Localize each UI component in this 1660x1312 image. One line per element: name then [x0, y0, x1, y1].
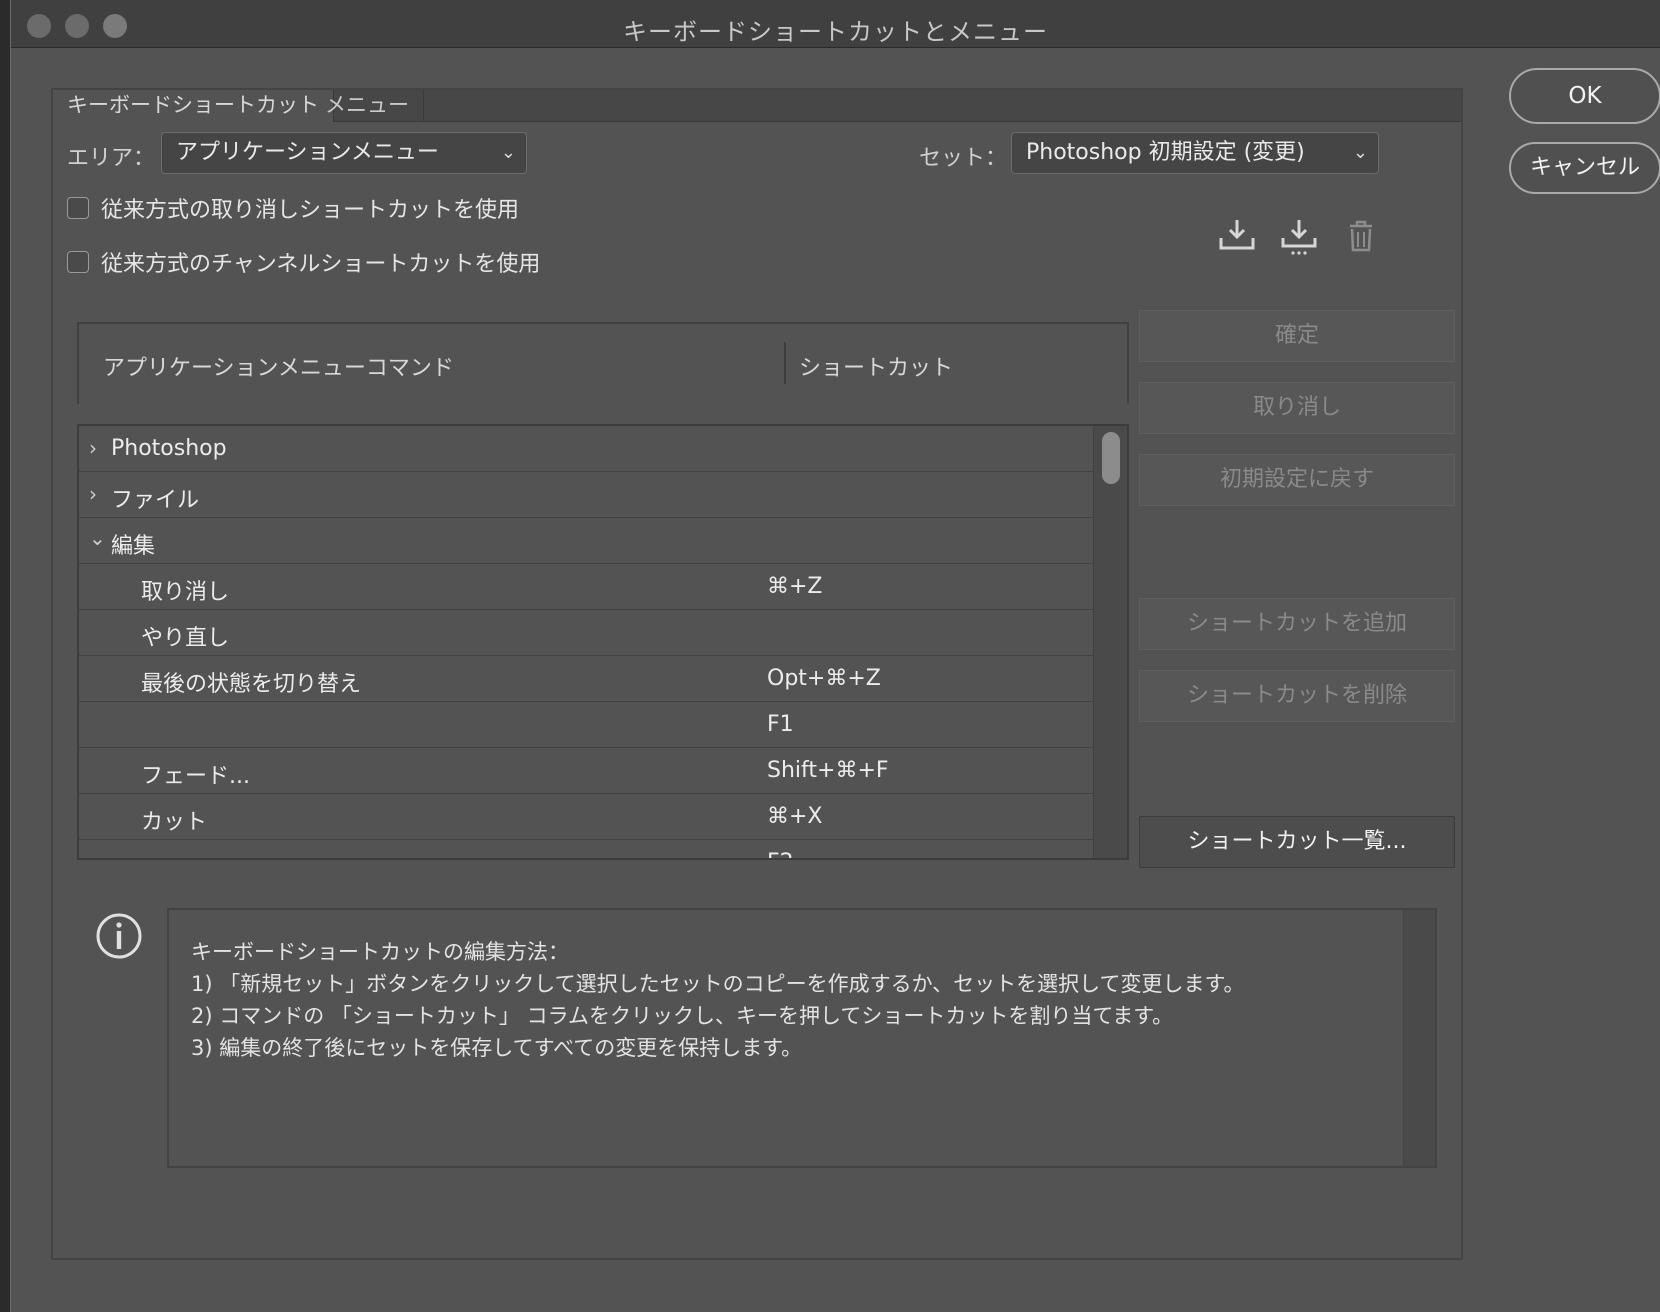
legacy-channel-checkbox[interactable]	[67, 251, 89, 273]
command-cell: ファイル	[111, 488, 200, 513]
shortcut-cell[interactable]: Opt+⌘+Z	[767, 666, 881, 691]
add-shortcut-button[interactable]: ショートカットを追加	[1139, 598, 1455, 650]
shortcut-cell[interactable]: F2	[767, 850, 794, 858]
command-cell: やり直し	[141, 626, 230, 651]
table-row[interactable]: › Photoshop	[79, 426, 1095, 472]
accept-button[interactable]: 確定	[1139, 310, 1455, 362]
set-select[interactable]: Photoshop 初期設定 (変更) ⌄	[1011, 132, 1379, 174]
dialog-window: キーボードショートカットとメニュー キーボードショートカット メニュー エリア：…	[10, 0, 1660, 1312]
command-cell: 取り消し	[141, 580, 230, 605]
shortcut-cell[interactable]: F1	[767, 712, 794, 737]
ok-button[interactable]: OK	[1509, 68, 1660, 124]
legacy-undo-checkbox[interactable]	[67, 197, 89, 219]
delete-set-icon[interactable]	[1341, 216, 1381, 256]
column-divider[interactable]	[784, 342, 786, 384]
scroll-thumb[interactable]	[1102, 432, 1120, 484]
info-icon	[95, 912, 143, 960]
shortcut-cell[interactable]: Shift+⌘+F	[767, 758, 889, 783]
legacy-channel-label: 従来方式のチャンネルショートカットを使用	[101, 252, 541, 277]
area-label: エリア：	[67, 146, 156, 171]
table-row[interactable]: › ファイル	[79, 472, 1095, 518]
set-label: セット：	[919, 146, 1008, 171]
table-row[interactable]: フェード... Shift+⌘+F	[79, 748, 1095, 794]
chevron-right-icon[interactable]: ›	[89, 482, 97, 506]
tab-menus[interactable]: メニュー	[311, 90, 424, 122]
save-set-as-icon[interactable]	[1279, 216, 1319, 256]
use-default-button[interactable]: 初期設定に戻す	[1139, 454, 1455, 506]
save-set-icon[interactable]	[1217, 216, 1257, 256]
table-row[interactable]: やり直し	[79, 610, 1095, 656]
chevron-down-icon: ⌄	[1352, 142, 1368, 163]
window-title: キーボードショートカットとメニュー	[623, 18, 1048, 46]
command-cell: フェード...	[141, 764, 250, 789]
shortcut-cell[interactable]: ⌘+Z	[767, 574, 823, 599]
table-row[interactable]: F2	[79, 840, 1095, 858]
legacy-channel-checkbox-row[interactable]: 従来方式のチャンネルショートカットを使用	[67, 248, 541, 277]
table-row[interactable]: カット ⌘+X	[79, 794, 1095, 840]
shortcut-cell[interactable]: ⌘+X	[767, 804, 823, 829]
area-select-value: アプリケーションメニュー	[176, 140, 439, 165]
instructions-step-1: 1) 「新規セット」ボタンをクリックして選択したセットのコピーを作成するか、セッ…	[191, 972, 1245, 996]
command-cell: 最後の状態を切り替え	[141, 672, 362, 697]
shortcut-column-header[interactable]: ショートカット	[799, 350, 953, 382]
command-cell: 編集	[111, 534, 156, 559]
main-panel: キーボードショートカット メニュー エリア： アプリケーションメニュー ⌄ セッ…	[51, 88, 1463, 1260]
chevron-down-icon: ⌄	[500, 142, 516, 163]
table-header: アプリケーションメニューコマンド ショートカット	[77, 322, 1129, 404]
command-cell: カット	[141, 810, 208, 835]
chevron-right-icon[interactable]: ›	[89, 436, 97, 460]
tab-keyboard-shortcuts[interactable]: キーボードショートカット	[53, 90, 334, 122]
undo-button[interactable]: 取り消し	[1139, 382, 1455, 434]
legacy-undo-label: 従来方式の取り消しショートカットを使用	[101, 198, 520, 223]
set-select-value: Photoshop 初期設定 (変更)	[1026, 140, 1305, 165]
table-scrollbar[interactable]	[1093, 426, 1127, 858]
command-column-header[interactable]: アプリケーションメニューコマンド	[103, 350, 454, 382]
summarize-button[interactable]: ショートカット一覧...	[1139, 816, 1455, 868]
delete-shortcut-button[interactable]: ショートカットを削除	[1139, 670, 1455, 722]
shortcut-table: › Photoshop › ファイル ⌄ 編集 取り消し ⌘+Z やり直し 最後…	[77, 424, 1129, 860]
instructions-title: キーボードショートカットの編集方法：	[191, 940, 569, 964]
command-cell: Photoshop	[111, 436, 227, 461]
legacy-undo-checkbox-row[interactable]: 従来方式の取り消しショートカットを使用	[67, 194, 520, 223]
instructions-box: キーボードショートカットの編集方法： 1) 「新規セット」ボタンをクリックして選…	[167, 908, 1437, 1168]
table-row[interactable]: 最後の状態を切り替え Opt+⌘+Z	[79, 656, 1095, 702]
instructions-scrollbar[interactable]	[1403, 910, 1435, 1166]
chevron-down-icon[interactable]: ⌄	[89, 526, 106, 550]
cancel-button[interactable]: キャンセル	[1509, 142, 1660, 194]
table-row[interactable]: 取り消し ⌘+Z	[79, 564, 1095, 610]
title-bar: キーボードショートカットとメニュー	[11, 0, 1660, 48]
area-select[interactable]: アプリケーションメニュー ⌄	[161, 132, 527, 174]
table-row[interactable]: ⌄ 編集	[79, 518, 1095, 564]
table-row[interactable]: F1	[79, 702, 1095, 748]
instructions-step-2: 2) コマンドの 「ショートカット」 コラムをクリックし、キーを押してショートカ…	[191, 1004, 1174, 1028]
instructions-step-3: 3) 編集の終了後にセットを保存してすべての変更を保持します。	[191, 1036, 803, 1060]
tab-bar: キーボードショートカット メニュー	[53, 90, 1461, 122]
